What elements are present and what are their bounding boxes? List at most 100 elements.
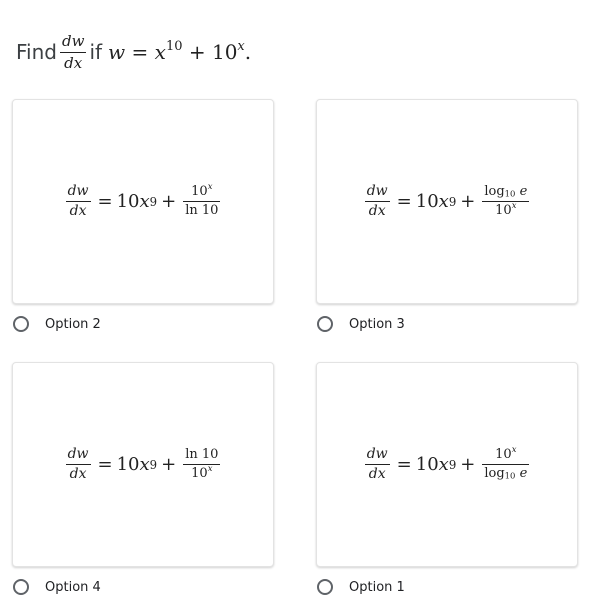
equals-sign: = [396, 454, 412, 475]
plus-sign: + [460, 454, 476, 475]
numerator-exponent: x [511, 443, 517, 454]
rhs-numerator: ln 10 [183, 446, 220, 462]
lhs-fraction: dw dx [364, 182, 390, 220]
lhs-fraction: dw dx [65, 445, 91, 483]
lhs-denominator: dx [69, 466, 87, 482]
denominator-base: ln 10 [185, 203, 219, 218]
plus-sign: + [188, 40, 206, 64]
variable: x [139, 454, 150, 475]
lhs-denominator: dx [69, 203, 87, 219]
option-image-card[interactable]: dw dx = 10 x 9 + ln 10 10x [12, 362, 274, 567]
coefficient: 10 [116, 454, 140, 475]
option-radio-item[interactable]: Option 2 [13, 316, 101, 332]
derivative-equation: dw dx = 10 x 9 + ln 10 10x [65, 445, 221, 483]
fraction-numerator: dw [61, 32, 85, 50]
x-exponent: 10 [165, 38, 183, 54]
question-text: Find dw dx if w = x10 + 10x. [16, 26, 251, 78]
radio-button-icon[interactable] [13, 316, 29, 332]
fraction-bar [65, 201, 91, 202]
variable: x [438, 454, 449, 475]
fraction-bar [65, 464, 91, 465]
lhs-fraction: dw dx [65, 182, 91, 220]
derivative-equation: dw dx = 10 x 9 +10x log10 e [364, 443, 530, 483]
derivative-equation: dw dx = 10 x 9 + log10 e 10x [364, 182, 530, 220]
numerator-exponent: x [207, 180, 213, 191]
option-image-card[interactable]: dw dx = 10 x 9 + log10 e 10x [316, 99, 578, 304]
rhs-numerator: log10 e [482, 183, 529, 199]
equals-sign: = [97, 191, 113, 212]
option-image-card[interactable]: dw dx = 10 x 9 +10x ln 10 [12, 99, 274, 304]
derivative-equation: dw dx = 10 x 9 +10x ln 10 [65, 180, 221, 220]
rhs-fraction: 10x log10 e [482, 445, 530, 482]
radio-button-icon[interactable] [13, 579, 29, 595]
derivative-fraction: dw dx [59, 32, 87, 72]
variable: x [438, 191, 449, 212]
denominator-tail: e [519, 466, 528, 481]
lhs-numerator: dw [67, 445, 89, 462]
fraction-bar [482, 464, 530, 465]
coefficient: 10 [415, 454, 439, 475]
fraction-bar [59, 51, 87, 53]
find-word: Find [16, 40, 57, 64]
coefficient: 10 [415, 191, 439, 212]
lhs-numerator: dw [67, 182, 89, 199]
variable: x [139, 191, 150, 212]
lhs-denominator: dx [368, 203, 386, 219]
ten-exponent: x [237, 38, 245, 54]
denominator-base: log [484, 466, 505, 481]
plus-sign: + [161, 191, 177, 212]
rhs-denominator: ln 10 [183, 203, 220, 218]
equals-sign: = [97, 454, 113, 475]
denominator-exponent: x [511, 200, 517, 211]
lhs-numerator: dw [366, 182, 388, 199]
equals-sign: = [131, 40, 149, 64]
lhs-numerator: dw [366, 445, 388, 462]
numerator-base: ln 10 [185, 446, 219, 462]
rhs-denominator: 10x [493, 201, 518, 218]
rhs-numerator: 10x [493, 445, 518, 462]
ten-base: 10 [211, 40, 238, 64]
fraction-bar [183, 464, 221, 465]
denominator-base: 10 [191, 466, 208, 481]
equals-sign: = [396, 191, 412, 212]
plus-sign: + [460, 191, 476, 212]
function-expression: w = x10 + 10x. [108, 40, 251, 64]
rhs-fraction: log10 e 10x [482, 183, 530, 219]
numerator-base: log [484, 183, 505, 199]
lhs-denominator: dx [368, 466, 386, 482]
coefficient: 10 [116, 191, 140, 212]
option-image-card[interactable]: dw dx = 10 x 9 +10x log10 e [316, 362, 578, 567]
option-radio-item[interactable]: Option 3 [317, 316, 405, 332]
x-variable: x [154, 40, 166, 64]
fraction-bar [364, 201, 390, 202]
radio-button-icon[interactable] [317, 579, 333, 595]
option-label: Option 4 [45, 579, 101, 595]
denominator-subscript: 10 [504, 470, 516, 481]
option-radio-item[interactable]: Option 4 [13, 579, 101, 595]
denominator-base: 10 [495, 203, 512, 218]
fraction-denominator: dx [64, 53, 83, 72]
rhs-denominator: log10 e [482, 466, 529, 481]
w-variable: w [108, 40, 126, 64]
numerator-base: 10 [495, 446, 512, 462]
rhs-fraction: 10x ln 10 [183, 182, 221, 219]
numerator-base: 10 [191, 183, 208, 199]
numerator-tail: e [519, 183, 528, 199]
period: . [244, 40, 252, 64]
rhs-numerator: 10x [189, 182, 214, 199]
fraction-bar [183, 201, 221, 202]
fraction-bar [482, 201, 530, 202]
if-word: if [89, 40, 103, 64]
rhs-denominator: 10x [189, 464, 214, 481]
option-label: Option 2 [45, 316, 101, 332]
lhs-fraction: dw dx [364, 445, 390, 483]
option-radio-item[interactable]: Option 1 [317, 579, 405, 595]
radio-button-icon[interactable] [317, 316, 333, 332]
numerator-subscript: 10 [504, 188, 516, 199]
option-label: Option 3 [349, 316, 405, 332]
option-label: Option 1 [349, 579, 405, 595]
rhs-fraction: ln 10 10x [183, 446, 221, 482]
plus-sign: + [161, 454, 177, 475]
fraction-bar [364, 464, 390, 465]
denominator-exponent: x [207, 463, 213, 474]
